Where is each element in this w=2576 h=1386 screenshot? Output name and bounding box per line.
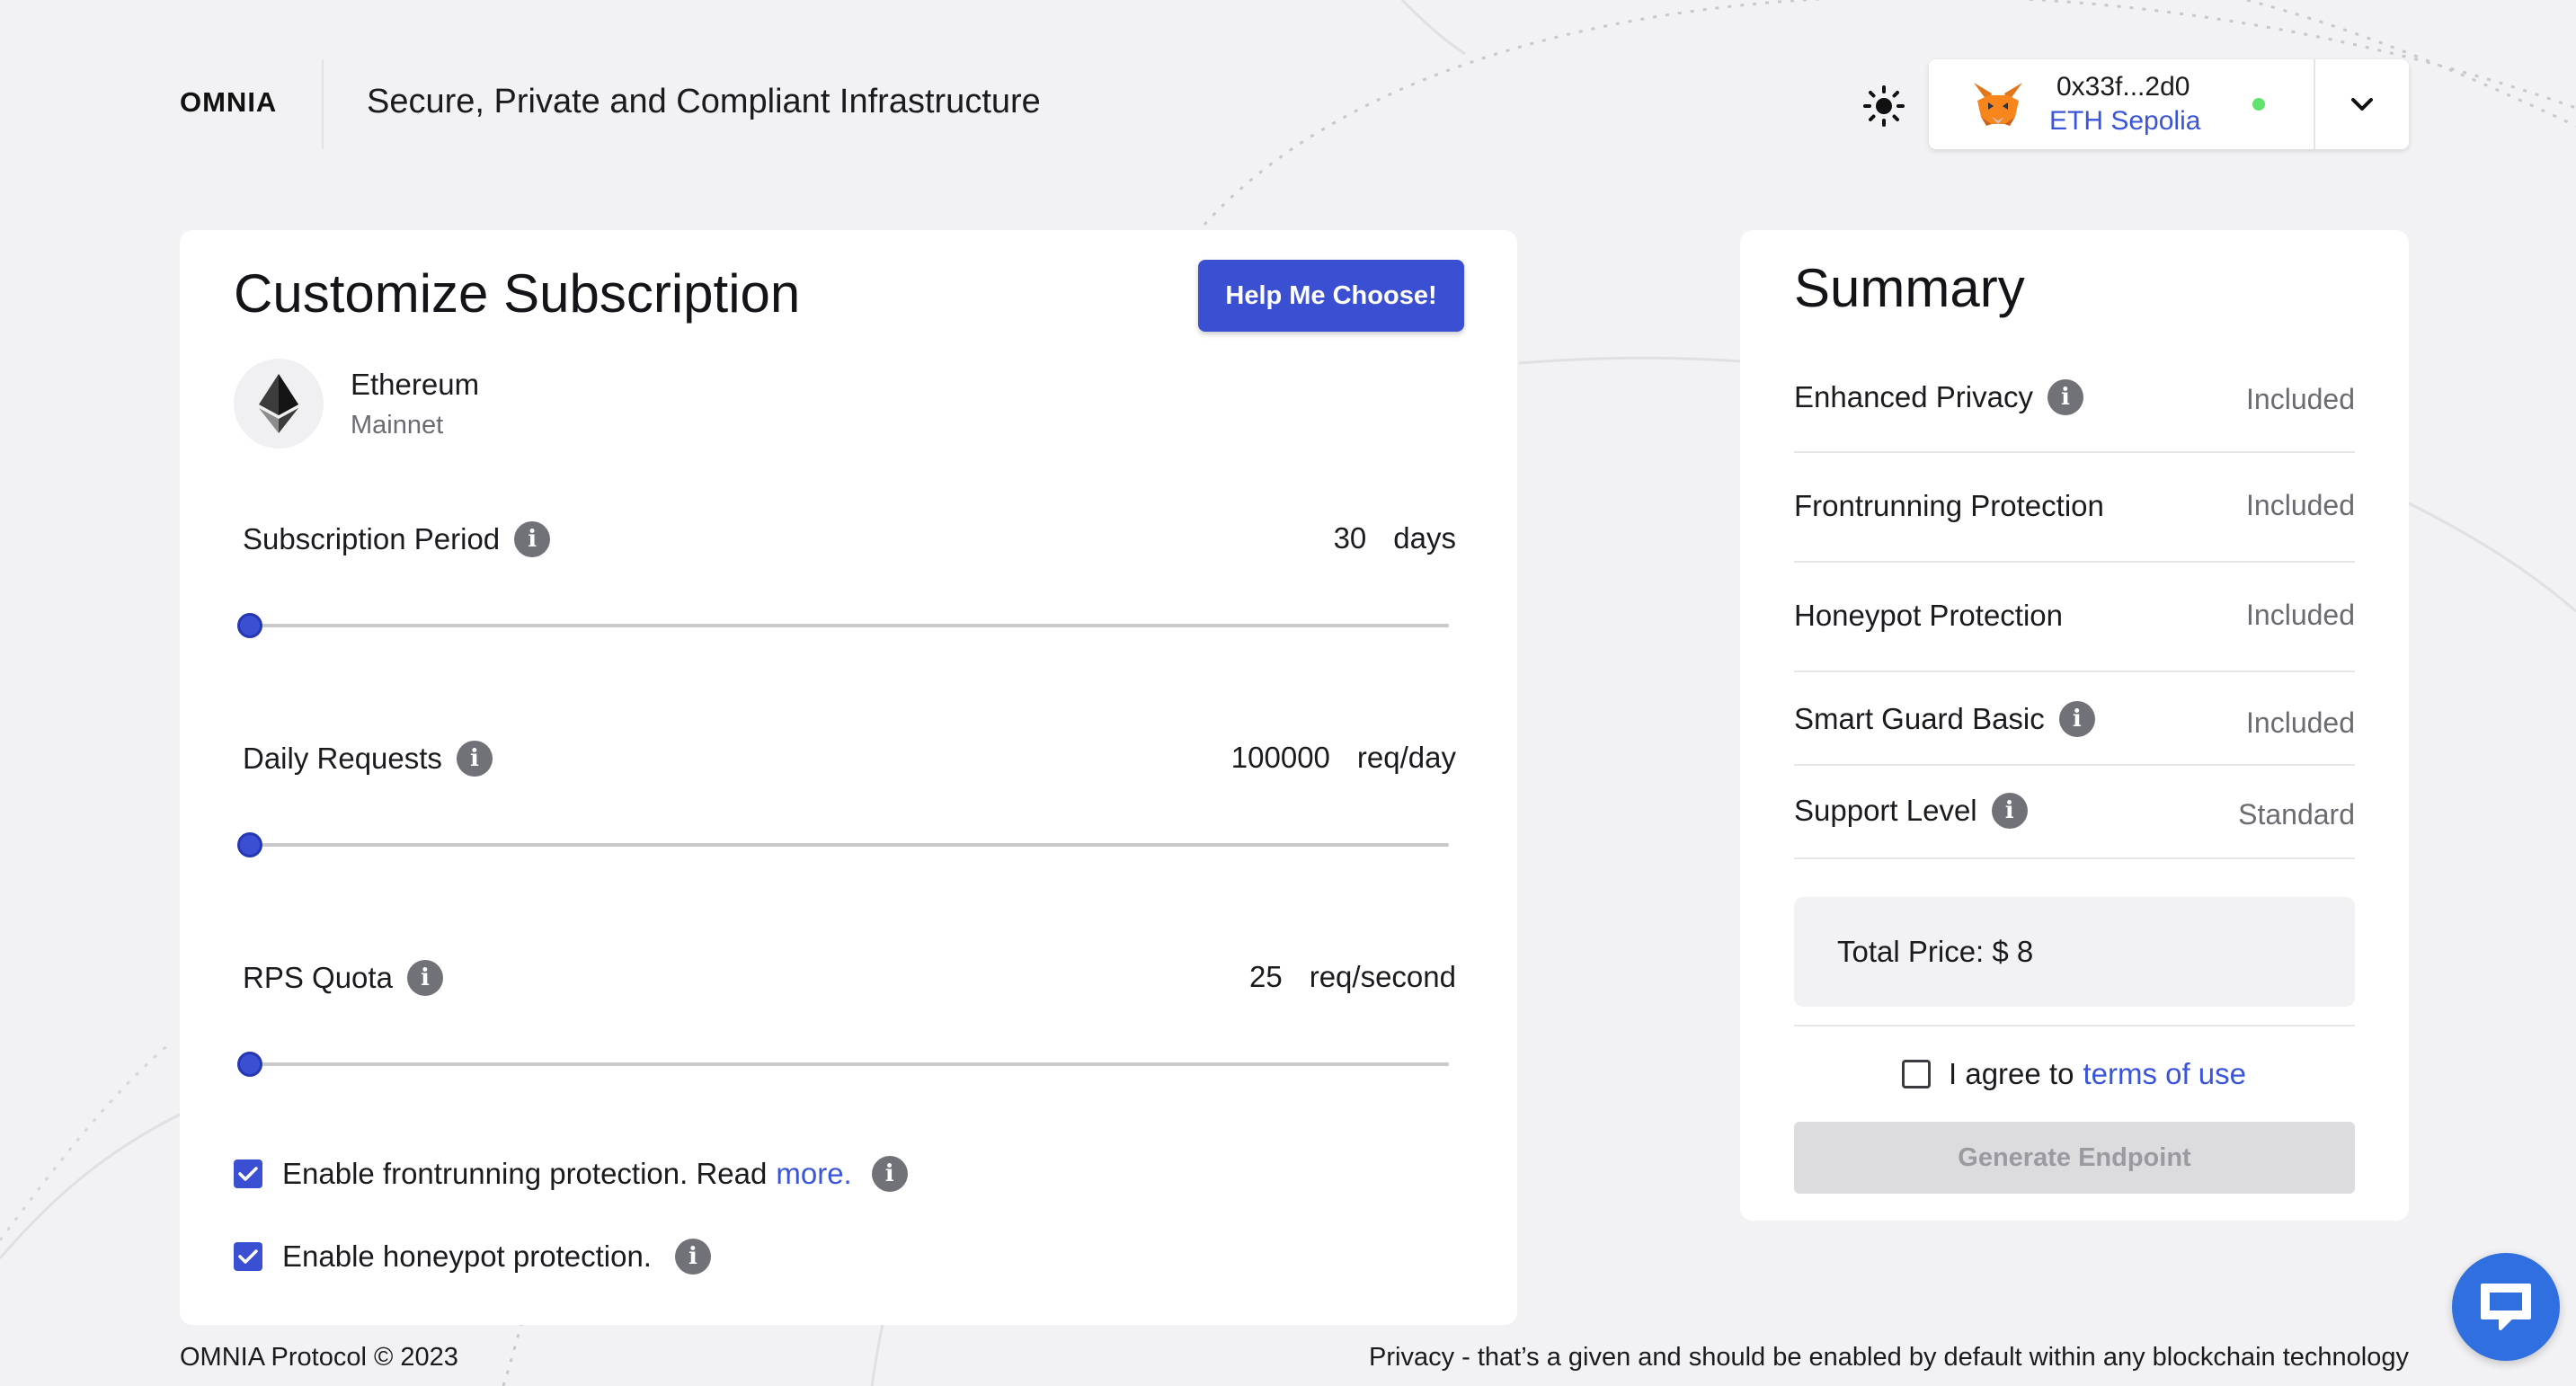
connection-status-dot [2252, 98, 2265, 111]
frontrunning-label: Enable frontrunning protection. Read [282, 1157, 768, 1190]
ethereum-icon [259, 374, 298, 433]
header-divider [322, 59, 324, 149]
summary-label-text: Enhanced Privacy [1794, 380, 2033, 413]
info-icon[interactable]: i [1991, 793, 2028, 829]
divider [1794, 1025, 2355, 1026]
summary-row-label: Support Level i [1794, 793, 2028, 829]
summary-row-value: Included [2246, 599, 2355, 631]
info-icon[interactable]: i [674, 1239, 711, 1275]
theme-toggle-button[interactable] [1861, 83, 1907, 129]
slider-value-number: 25 [1249, 960, 1283, 993]
checkmark-icon [238, 1167, 258, 1181]
brand-logo[interactable]: OMNIA [180, 86, 277, 119]
slider-label-text: Subscription Period [243, 522, 501, 555]
page-title: Customize Subscription [234, 263, 801, 324]
slider-thumb[interactable] [237, 832, 262, 857]
network-icon-container [234, 359, 324, 449]
info-icon[interactable]: i [871, 1156, 908, 1192]
summary-card: Summary Enhanced Privacy i Included Fron… [1740, 230, 2409, 1221]
slider-label-text: RPS Quota [243, 961, 393, 994]
wallet-account[interactable]: 0x33f...2d0 ETH Sepolia [1929, 59, 2314, 149]
tagline: Secure, Private and Compliant Infrastruc… [367, 83, 1041, 120]
agree-label: I agree to [1949, 1057, 2074, 1090]
customize-subscription-card: Customize Subscription Help Me Choose! E… [180, 230, 1517, 1325]
subscription-period-label: Subscription Period i [243, 521, 551, 557]
total-price-box: Total Price: $ 8 [1794, 897, 2355, 1007]
sun-icon [1863, 85, 1905, 127]
summary-row-label: Frontrunning Protection [1794, 489, 2104, 523]
rps-quota-label: RPS Quota i [243, 960, 443, 996]
terms-agreement: I agree to terms of use [1902, 1057, 2246, 1091]
terms-of-use-link[interactable]: terms of use [2083, 1057, 2246, 1091]
summary-row: Support Level i Standard [1794, 766, 2355, 859]
summary-row: Enhanced Privacy i Included [1794, 356, 2355, 453]
summary-label-text: Support Level [1794, 794, 1977, 827]
slider-thumb[interactable] [237, 1052, 262, 1077]
summary-row-value: Included [2246, 489, 2355, 521]
honeypot-checkbox[interactable] [234, 1242, 262, 1271]
subscription-period-control: Subscription Period i 30 days [237, 516, 1456, 638]
honeypot-option: Enable honeypot protection. i [234, 1239, 711, 1275]
daily-requests-control: Daily Requests i 100000 req/day [237, 735, 1456, 857]
chat-bubble-icon [2481, 1284, 2531, 1330]
slider-value-number: 30 [1333, 521, 1367, 555]
summary-row-label: Smart Guard Basic i [1794, 701, 2095, 737]
summary-row-value: Included [2246, 706, 2355, 739]
slider-label-text: Daily Requests [243, 742, 442, 775]
slider-value-unit: req/second [1309, 960, 1456, 993]
info-icon[interactable]: i [2058, 701, 2095, 737]
metamask-fox-icon [1974, 83, 2022, 126]
chat-support-button[interactable] [2452, 1253, 2560, 1361]
subscription-period-value: 30 days [1334, 521, 1456, 555]
rps-quota-control: RPS Quota i 25 req/second [237, 955, 1456, 1077]
network-subname: Mainnet [351, 410, 444, 440]
generate-endpoint-button[interactable]: Generate Endpoint [1794, 1122, 2355, 1194]
summary-row: Frontrunning Protection Included [1794, 453, 2355, 563]
wallet-address: 0x33f...2d0 [2056, 72, 2190, 102]
network-selector[interactable]: Ethereum Mainnet [234, 359, 479, 449]
summary-row-value: Included [2246, 383, 2355, 415]
summary-row: Smart Guard Basic i Included [1794, 672, 2355, 766]
summary-label-text: Smart Guard Basic [1794, 702, 2045, 735]
honeypot-label: Enable honeypot protection. [282, 1239, 652, 1273]
frontrunning-option: Enable frontrunning protection. Read mor… [234, 1156, 908, 1192]
summary-label-text: Honeypot Protection [1794, 599, 2064, 632]
footer-copyright: OMNIA Protocol © 2023 [180, 1343, 458, 1372]
header: OMNIA Secure, Private and Compliant Infr… [0, 0, 2576, 209]
info-icon[interactable]: i [456, 741, 493, 777]
info-icon[interactable]: i [514, 521, 551, 557]
daily-requests-slider[interactable] [237, 832, 1449, 857]
help-me-choose-button[interactable]: Help Me Choose! [1198, 260, 1464, 332]
slider-value-number: 100000 [1230, 741, 1330, 774]
terms-checkbox[interactable] [1902, 1060, 1931, 1088]
rps-quota-slider[interactable] [237, 1052, 1449, 1077]
checkmark-icon [238, 1249, 258, 1264]
frontrunning-checkbox[interactable] [234, 1159, 262, 1188]
summary-row-label: Honeypot Protection [1794, 599, 2063, 633]
info-icon[interactable]: i [2047, 379, 2083, 415]
summary-row: Honeypot Protection Included [1794, 563, 2355, 672]
total-price: Total Price: $ 8 [1837, 935, 2034, 968]
summary-title: Summary [1794, 258, 2025, 318]
wallet-widget[interactable]: 0x33f...2d0 ETH Sepolia [1929, 59, 2409, 149]
slider-thumb[interactable] [237, 613, 262, 638]
network-name: Ethereum [351, 367, 480, 401]
wallet-menu-button[interactable] [2315, 59, 2409, 149]
slider-value-unit: req/day [1356, 741, 1456, 774]
rps-quota-value: 25 req/second [1249, 960, 1456, 994]
daily-requests-value: 100000 req/day [1231, 741, 1456, 775]
info-icon[interactable]: i [406, 960, 443, 996]
summary-row-value: Standard [2238, 798, 2355, 831]
subscription-period-slider[interactable] [237, 613, 1449, 638]
wallet-network: ETH Sepolia [2049, 106, 2201, 136]
daily-requests-label: Daily Requests i [243, 741, 493, 777]
footer-tagline: Privacy - that’s a given and should be e… [1369, 1343, 2409, 1372]
chevron-down-icon [2351, 98, 2373, 111]
summary-row-label: Enhanced Privacy i [1794, 379, 2083, 415]
slider-value-unit: days [1393, 521, 1456, 555]
read-more-link[interactable]: more. [776, 1157, 851, 1191]
summary-label-text: Frontrunning Protection [1794, 489, 2104, 522]
